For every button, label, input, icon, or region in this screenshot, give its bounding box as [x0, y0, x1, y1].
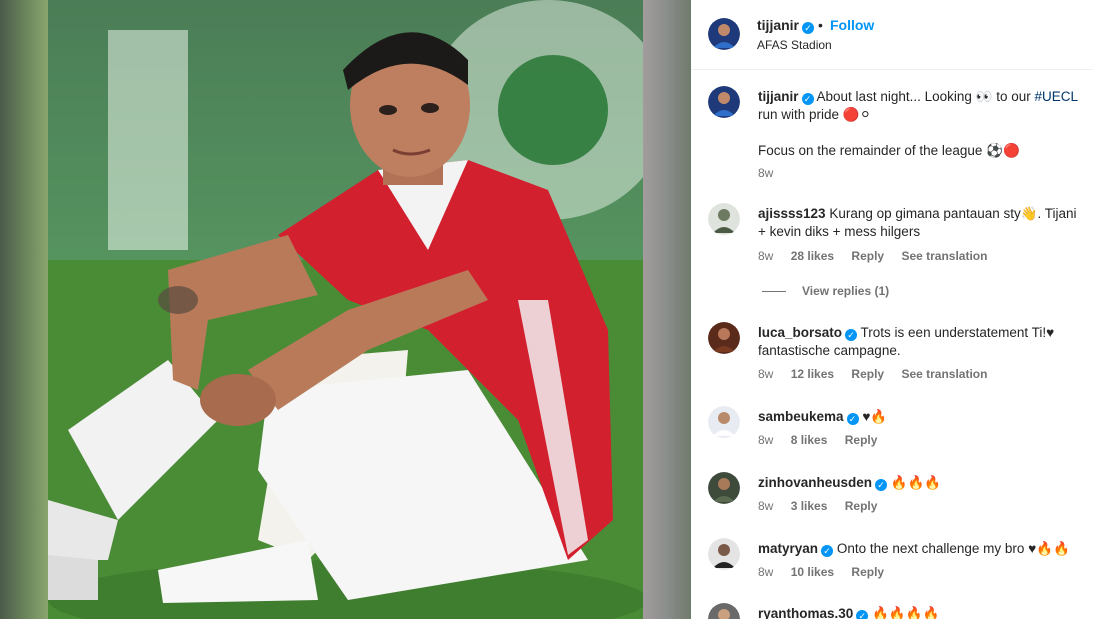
comment-time[interactable]: 8w [758, 499, 773, 513]
comment-meta: 8w 12 likes Reply See translation [758, 367, 1001, 381]
separator-dot: • [818, 17, 823, 33]
post-photo[interactable]: › [48, 0, 643, 619]
comment-text: zinhovanheusden ✓ 🔥🔥🔥 [758, 474, 1088, 492]
comment-username[interactable]: ryanthomas.30 [758, 606, 853, 619]
view-replies-label: View replies (1) [802, 284, 890, 298]
author-username-text[interactable]: tijjanir [757, 17, 799, 33]
caption-line-1: About last night... Looking 👀 to our [816, 89, 1031, 104]
comment-likes[interactable]: 12 likes [791, 367, 834, 381]
background-blur-right [643, 0, 691, 619]
commenter-avatar[interactable] [708, 538, 740, 570]
follow-button[interactable]: Follow [830, 17, 874, 33]
replies-divider [762, 291, 786, 293]
comment-time[interactable]: 8w [758, 367, 773, 381]
author-avatar[interactable] [708, 18, 740, 50]
comment-username[interactable]: ajissss123 [758, 206, 826, 221]
caption-line-2: run with pride 🔴⚪ [758, 107, 871, 122]
comment-meta: 8w 3 likes Reply [758, 499, 891, 513]
view-replies-button[interactable]: View replies (1) [762, 284, 889, 298]
caption-text: tijjanir ✓ About last night... Looking 👀 … [758, 88, 1088, 160]
comment-likes[interactable]: 28 likes [791, 249, 834, 263]
reply-button[interactable]: Reply [851, 367, 884, 381]
caption-meta: 8w [758, 166, 787, 180]
see-translation-button[interactable]: See translation [901, 249, 987, 263]
verified-badge-icon: ✓ [802, 22, 815, 34]
commenter-avatar[interactable] [708, 406, 740, 438]
comment-username[interactable]: luca_borsato [758, 325, 842, 340]
comment-text: matyryan ✓ Onto the next challenge my bro… [758, 540, 1088, 558]
see-translation-button[interactable]: See translation [901, 367, 987, 381]
post-header: tijjanir ✓ • Follow AFAS Stadion [691, 0, 1093, 70]
comment-text: sambeukema ✓ ♥🔥 [758, 408, 1088, 426]
reply-button[interactable]: Reply [845, 433, 878, 447]
commenter-avatar[interactable] [708, 203, 740, 235]
comment-body: ♥🔥 [862, 409, 888, 424]
post-details-panel: tijjanir ✓ • Follow AFAS Stadion tijjanir… [691, 0, 1093, 619]
comment-username[interactable]: matyryan [758, 541, 818, 556]
comment-likes[interactable]: 3 likes [791, 499, 828, 513]
comment-username[interactable]: sambeukema [758, 409, 844, 424]
comment-meta: 8w 28 likes Reply See translation [758, 249, 1001, 263]
commenter-avatar[interactable] [708, 603, 740, 619]
comment-text: luca_borsato ✓ Trots is een understatemen… [758, 324, 1088, 360]
comment-meta: 8w 8 likes Reply [758, 433, 891, 447]
comment-text: ryanthomas.30 ✓ 🔥🔥🔥🔥 [758, 605, 1088, 619]
photo-illustration [48, 0, 643, 619]
verified-badge-icon: ✓ [821, 545, 834, 557]
verified-badge-icon: ✓ [801, 93, 814, 105]
caption-time[interactable]: 8w [758, 166, 773, 180]
reply-button[interactable]: Reply [845, 499, 878, 513]
verified-badge-icon: ✓ [846, 413, 859, 425]
comment-body: Onto the next challenge my bro ♥🔥🔥 [836, 541, 1070, 556]
caption-line-3: Focus on the remainder of the league ⚽🔴 [758, 143, 1020, 158]
comment-time[interactable]: 8w [758, 565, 773, 579]
hashtag-link[interactable]: #UECL [1034, 89, 1078, 104]
author-username[interactable]: tijjanir ✓ [757, 17, 815, 34]
post-viewer: › tijjanir✓ • Follow AFAS Stadion tijjan… [0, 0, 1093, 619]
comment-body: 🔥🔥🔥🔥 [872, 606, 940, 619]
verified-badge-icon: ✓ [845, 329, 858, 341]
background-blur-left [0, 0, 48, 619]
commenter-avatar[interactable] [708, 322, 740, 354]
commenter-avatar[interactable] [708, 472, 740, 504]
verified-badge-icon: ✓ [856, 610, 869, 619]
reply-button[interactable]: Reply [851, 249, 884, 263]
comment-username[interactable]: zinhovanheusden [758, 475, 872, 490]
caption-username[interactable]: tijjanir [758, 89, 799, 104]
verified-badge-icon: ✓ [875, 479, 888, 491]
comment-text: ajissss123 Kurang op gimana pantauan sty… [758, 205, 1088, 241]
comment-body: 🔥🔥🔥 [890, 475, 942, 490]
comment-meta: 8w 10 likes Reply [758, 565, 898, 579]
caption-avatar[interactable] [708, 86, 740, 118]
reply-button[interactable]: Reply [851, 565, 884, 579]
comment-time[interactable]: 8w [758, 249, 773, 263]
comment-likes[interactable]: 8 likes [791, 433, 828, 447]
location-link[interactable]: AFAS Stadion [757, 38, 832, 52]
comment-likes[interactable]: 10 likes [791, 565, 834, 579]
comment-time[interactable]: 8w [758, 433, 773, 447]
